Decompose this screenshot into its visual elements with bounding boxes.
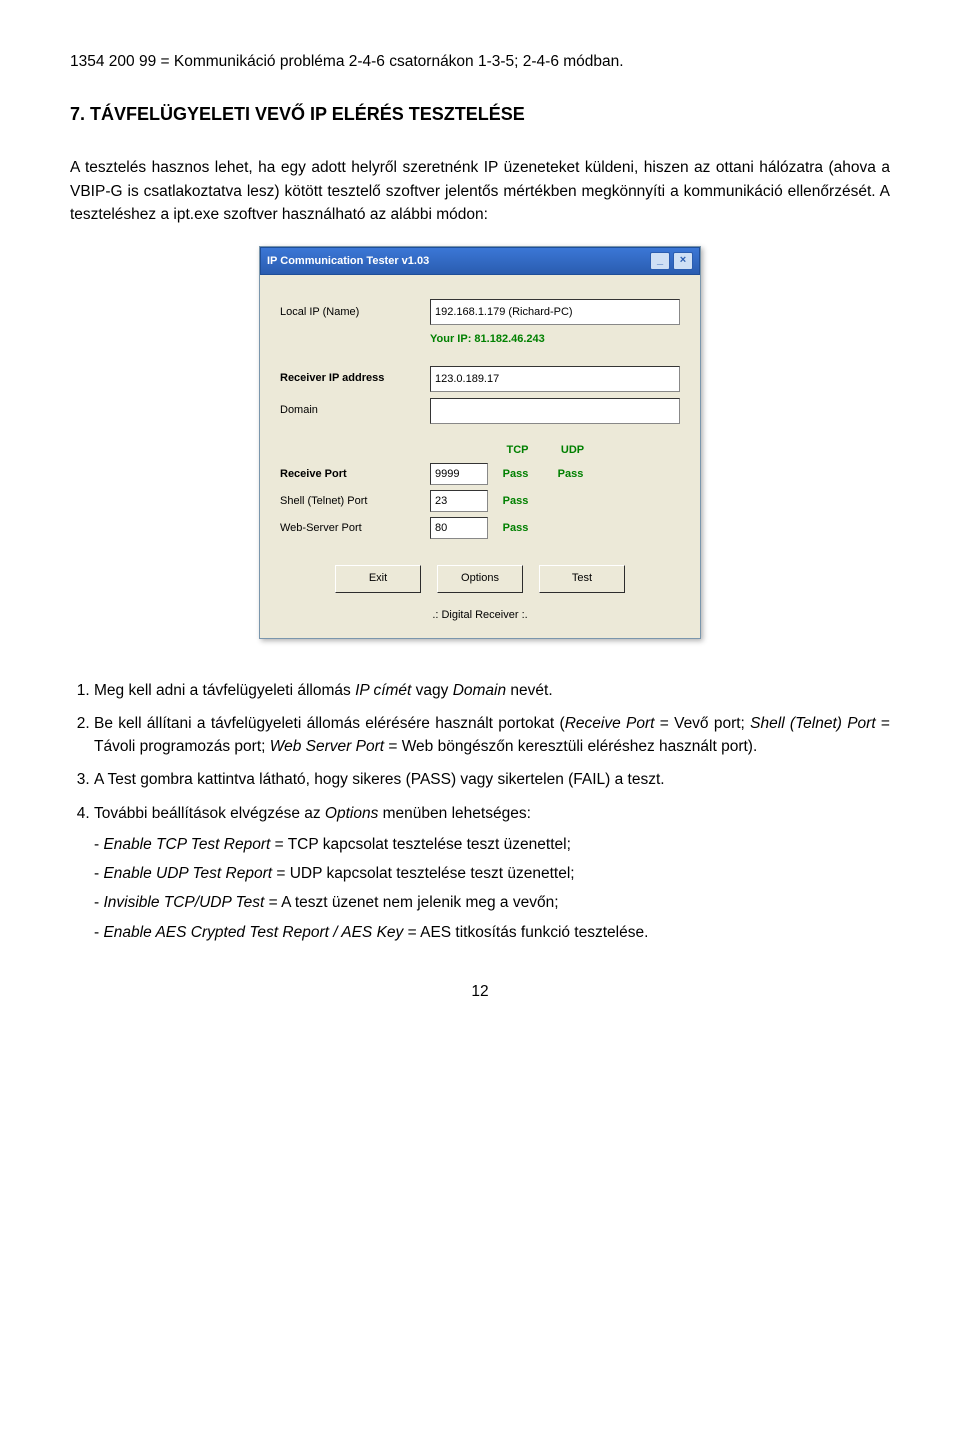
list-item-2: Be kell állítani a távfelügyeleti állomá… [94,712,890,759]
sub3-t: = A teszt üzenet nem jelenik meg a vevőn… [264,894,558,911]
titlebar: IP Communication Tester v1.03 _ × [260,247,700,275]
col-udp: UDP [545,442,600,459]
domain-row: Domain [280,398,680,424]
intro-paragraph: A tesztelés hasznos lehet, ha egy adott … [70,156,890,226]
local-ip-row: Local IP (Name) [280,299,680,325]
sub1-i: Enable TCP Test Report [103,836,270,853]
web-port-input[interactable] [430,517,488,539]
app-footer-caption: .: Digital Receiver :. [280,607,680,624]
domain-input[interactable] [430,398,680,424]
app-body: Local IP (Name) Your IP: 81.182.46.243 R… [260,275,700,638]
receive-udp-result: Pass [543,466,598,483]
li2-t1: Be kell állítani a távfelügyeleti állomá… [94,715,565,732]
receive-port-row: Receive Port Pass Pass [280,463,680,485]
section-heading: 7. TÁVFELÜGYELETI VEVŐ IP ELÉRÉS TESZTEL… [70,101,890,128]
sub-items: - Enable TCP Test Report = TCP kapcsolat… [94,833,890,944]
li1-suffix: nevét. [506,682,553,699]
shell-port-input[interactable] [430,490,488,512]
receiver-ip-row: Receiver IP address [280,366,680,392]
sub2-i: Enable UDP Test Report [103,865,272,882]
options-button[interactable]: Options [437,565,523,593]
page-number: 12 [70,980,890,1003]
list-item-4: További beállítások elvégzése az Options… [94,802,890,944]
sub1-t: = TCP kapcsolat tesztelése teszt üzenett… [270,836,571,853]
sub-item-1: - Enable TCP Test Report = TCP kapcsolat… [94,833,890,856]
port-header-row: TCP UDP [280,442,680,459]
app-window: IP Communication Tester v1.03 _ × Local … [259,246,701,639]
your-ip-line: Your IP: 81.182.46.243 [430,331,680,348]
li2-i2: Shell (Telnet) Port [750,715,875,732]
web-port-label: Web-Server Port [280,520,430,537]
web-port-row: Web-Server Port Pass [280,517,680,539]
domain-label: Domain [280,402,430,419]
li1-mid: vagy [411,682,452,699]
receiver-ip-input[interactable] [430,366,680,392]
list-item-3: A Test gombra kattintva látható, hogy si… [94,768,890,791]
local-ip-label: Local IP (Name) [280,304,430,321]
list-item-1: Meg kell adni a távfelügyeleti állomás I… [94,679,890,702]
col-tcp: TCP [490,442,545,459]
receiver-ip-label: Receiver IP address [280,370,430,387]
li4-suffix: menüben lehetséges: [378,805,531,822]
li1-text: Meg kell adni a távfelügyeleti állomás [94,682,355,699]
screenshot-wrapper: IP Communication Tester v1.03 _ × Local … [70,246,890,639]
window-title: IP Communication Tester v1.03 [267,253,647,270]
sub-item-3: - Invisible TCP/UDP Test = A teszt üzene… [94,891,890,914]
li4-prefix: További beállítások elvégzése az [94,805,325,822]
your-ip-value: 81.182.46.243 [474,333,544,345]
shell-port-row: Shell (Telnet) Port Pass [280,490,680,512]
local-ip-input[interactable] [430,299,680,325]
button-row: Exit Options Test [280,565,680,593]
li1-italic2: Domain [453,682,506,699]
li2-t2: = Vevő port; [654,715,750,732]
test-button[interactable]: Test [539,565,625,593]
sub3-i: Invisible TCP/UDP Test [103,894,264,911]
receive-tcp-result: Pass [488,466,543,483]
minimize-icon[interactable]: _ [650,252,670,270]
shell-port-label: Shell (Telnet) Port [280,493,430,510]
shell-tcp-result: Pass [488,493,543,510]
exit-button[interactable]: Exit [335,565,421,593]
receive-port-input[interactable] [430,463,488,485]
li4-italic: Options [325,805,378,822]
close-icon[interactable]: × [673,252,693,270]
li2-t4: = Web böngészőn keresztüli eléréshez has… [384,738,757,755]
sub-item-4: - Enable AES Crypted Test Report / AES K… [94,921,890,944]
sub4-i: Enable AES Crypted Test Report / AES Key [103,924,403,941]
sub4-t: = AES titkosítás funkció tesztelése. [403,924,648,941]
instruction-list: Meg kell adni a távfelügyeleti állomás I… [70,679,890,944]
web-tcp-result: Pass [488,520,543,537]
intro-line: 1354 200 99 = Kommunikáció probléma 2-4-… [70,50,890,73]
receive-port-label: Receive Port [280,466,430,483]
li1-italic1: IP címét [355,682,411,699]
your-ip-label: Your IP: [430,333,471,345]
sub2-t: = UDP kapcsolat tesztelése teszt üzenett… [272,865,575,882]
sub-item-2: - Enable UDP Test Report = UDP kapcsolat… [94,862,890,885]
li2-i1: Receive Port [565,715,655,732]
li2-i3: Web Server Port [270,738,384,755]
